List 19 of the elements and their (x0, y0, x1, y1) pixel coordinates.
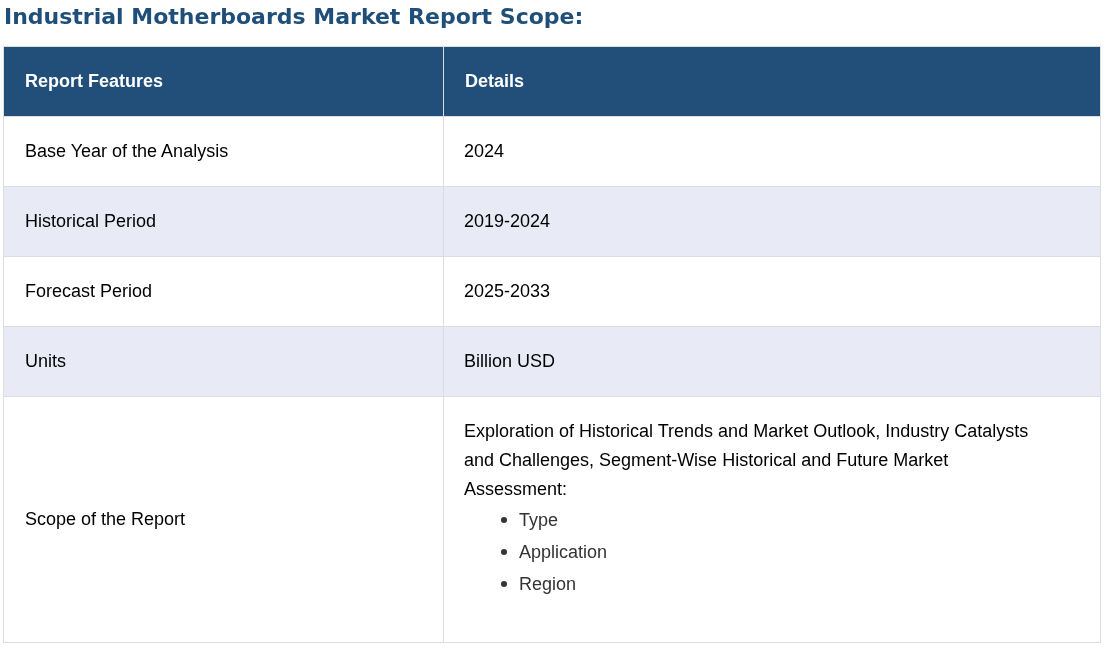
column-header: Details (443, 46, 1101, 117)
bullet-icon (501, 517, 507, 523)
bullet-icon (501, 581, 507, 587)
table-cell: Billion USD (443, 326, 1101, 397)
table-cell: 2025-2033 (443, 256, 1101, 327)
bullet-icon (501, 549, 507, 555)
table-cell: Scope of the Report (3, 396, 444, 643)
table-cell: 2019-2024 (443, 186, 1101, 257)
list-item: Type (519, 508, 559, 532)
table-cell: Base Year of the Analysis (3, 116, 444, 187)
table-cell: 2024 (443, 116, 1101, 187)
description-text: Exploration of Historical Trends and Market Outlook, Industry Catalysts and Challenges, Segment-Wise Historical and Future Market Assessment: (464, 420, 1030, 501)
table-cell: Units (3, 326, 444, 397)
section-title: Industrial Motherboards Market Report Scope: (3, 3, 585, 31)
column-header: Report Features (3, 46, 444, 117)
table-cell: Forecast Period (3, 256, 444, 327)
table-cell: Historical Period (3, 186, 444, 257)
list-item: Application (519, 540, 608, 564)
list-item: Region (519, 572, 577, 596)
